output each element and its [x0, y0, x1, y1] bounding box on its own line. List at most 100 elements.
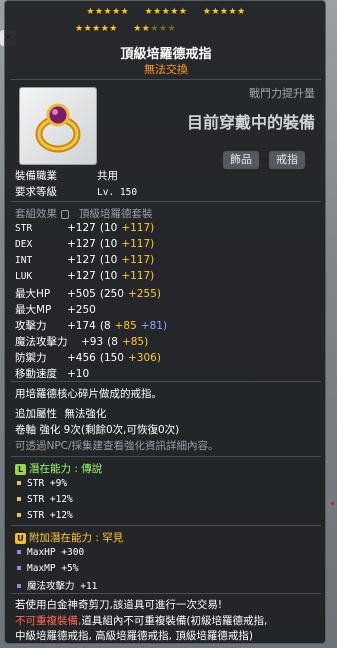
stat-bonus: +117) [121, 238, 155, 250]
stat-total: +250 [67, 304, 96, 316]
item-icon-frame [19, 87, 97, 165]
star-group: ★★★★★ [202, 7, 246, 17]
stat-total: +127 [67, 254, 96, 266]
scroll-info: 卷軸 強化 9次(剩餘0次,可恢復0次) [15, 424, 180, 436]
stat-row: STR +127 (10 +117) [15, 222, 158, 234]
stat-bonus: +117) [121, 254, 155, 266]
potential-line-text: STR +9% [27, 478, 68, 489]
footer-warning: 不可重複裝備, [15, 615, 82, 627]
potential-line: STR +12% [15, 509, 73, 521]
bullet-icon [17, 583, 21, 588]
item-tooltip: ★★★★★ ★★★★★ ★★★★★ ★★★★★ ★★★★★ 頂級培羅德戒指 無法… [4, 0, 326, 644]
stat-bonus: +85) [121, 336, 149, 348]
star-group: ★★ [133, 24, 151, 34]
starforce-note: 可透過NPC/採集建查看強化資訊詳細內容。 [15, 440, 219, 452]
bullet-icon [17, 512, 21, 517]
set-label: 套組效果 [15, 208, 57, 220]
stat-base: (10 [99, 238, 118, 250]
potential-line: STR +12% [15, 493, 73, 505]
lock-icon [61, 209, 69, 219]
starforce-row-1: ★★★★★ ★★★★★ ★★★★★ [5, 7, 327, 17]
divider [11, 456, 321, 457]
footer-line: 中級培羅德戒指, 高級培羅德戒指, 頂級培羅德戒指) [15, 630, 253, 642]
stat-row: 移動速度 +10 [15, 366, 101, 381]
stat-total: +93 [81, 336, 104, 348]
extra-attr-value: 無法強化 [64, 408, 107, 420]
set-value: 頂級培羅德套裝 [79, 208, 153, 220]
stat-label: 攻擊力 [15, 320, 47, 332]
stat-row: 最大HP +505 (250 +255) [15, 286, 165, 301]
combat-power-value: 目前穿戴中的裝備 [186, 113, 315, 132]
stat-base: (150 [99, 352, 124, 364]
stat-bonus: +85 [114, 320, 137, 332]
req-row: 要求等級 Lv. 150 [15, 184, 137, 199]
stat-bonus: +255) [127, 288, 161, 300]
bullet-icon [17, 496, 21, 501]
stat-total: +127 [67, 270, 96, 282]
divider [11, 201, 321, 202]
potential-line: MaxHP +300 [15, 546, 84, 558]
stat-row: LUK +127 (10 +117) [15, 270, 158, 282]
stat-row: 防禦力 +456 (150 +306) [15, 350, 165, 365]
stat-label: INT [15, 255, 33, 266]
stat-label: DEX [15, 239, 33, 250]
unique-badge-icon: U [15, 532, 26, 544]
extra-attr-row: 追加屬性 無法強化 [15, 406, 106, 421]
potential-line: 魔法攻擊力 +11 [15, 578, 97, 592]
stat-total: +505 [67, 288, 96, 300]
req-value: Lv. 150 [97, 187, 138, 198]
stat-total: +456 [67, 352, 96, 364]
star-group: ★★★★★ [144, 7, 188, 17]
potential-line: STR +9% [15, 477, 67, 489]
stat-total: +174 [67, 320, 96, 332]
stat-total: +10 [67, 368, 90, 380]
stat-base: (10 [99, 270, 118, 282]
stat-label: 移動速度 [15, 368, 57, 380]
req-row: 裝備職業 共用 [15, 168, 118, 183]
stat-label: LUK [15, 271, 33, 282]
legendary-badge-icon: L [15, 463, 26, 475]
stat-base: (250 [99, 288, 124, 300]
stat-base: (8 [107, 336, 118, 348]
potential-line: MaxMP +5% [15, 562, 78, 574]
bullet-icon [17, 480, 21, 485]
starforce-row-2: ★★★★★ ★★★★★ [5, 24, 337, 34]
stat-row: DEX +127 (10 +117) [15, 238, 158, 250]
potential-line-text: STR +12% [27, 494, 73, 505]
set-row: 套組效果 頂級培羅德套裝 [15, 206, 153, 221]
divider [11, 79, 321, 80]
additional-header: U 附加潛在能力 : 罕見 [15, 530, 123, 545]
stat-base: (10 [99, 222, 118, 234]
req-label: 要求等級 [15, 186, 57, 198]
divider [11, 381, 321, 382]
potential-title: 潛在能力 : 傳說 [29, 463, 103, 475]
footer-line: 不可重複裝備,道具組內不可重複裝備(初級培羅德戒指, [15, 613, 267, 628]
star-group: ★★★★★ [75, 24, 118, 34]
ring-icon [35, 103, 81, 153]
extra-attr-label: 追加屬性 [15, 408, 57, 420]
stat-label: 最大MP [15, 304, 52, 316]
req-value: 共用 [97, 170, 118, 182]
potential-line-text: STR +12% [27, 510, 73, 521]
footer-text: 道具組內不可重複裝備(初級培羅德戒指, [81, 615, 268, 627]
stat-bonus: +117) [121, 222, 155, 234]
bullet-icon [17, 549, 21, 554]
stat-extra: +81) [140, 320, 168, 332]
stat-label: STR [15, 223, 33, 234]
stat-label: 防禦力 [15, 352, 47, 364]
stat-base: (8 [99, 320, 111, 332]
trade-status: 無法交換 [144, 63, 188, 76]
star-group-empty: ★★★ [150, 24, 177, 34]
item-description: 用培羅德核心碎片做成的戒指。 [15, 388, 162, 400]
potential-line-text: MaxMP +5% [27, 563, 79, 574]
stat-row: 魔法攻擊力 +93 (8 +85) [15, 334, 152, 349]
potential-line-text: MaxHP +300 [27, 547, 85, 558]
divider [11, 525, 321, 526]
bullet-icon [17, 565, 21, 570]
star-group: ★★★★★ [86, 7, 130, 17]
potential-line-text: 魔法攻擊力 +11 [27, 581, 98, 592]
stat-row: 最大MP +250 [15, 302, 108, 317]
type-tag: 戒指 [269, 151, 305, 169]
footer-line: 若使用白金神奇剪刀,該道具可進行一次交易! [15, 599, 223, 611]
stat-bonus: +117) [121, 270, 155, 282]
